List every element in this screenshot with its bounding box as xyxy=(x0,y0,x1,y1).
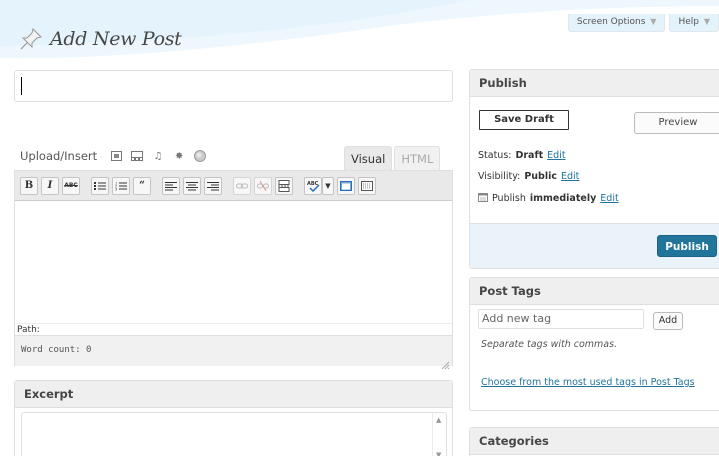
fullscreen-icon xyxy=(340,180,352,191)
word-count: Word count: 0 xyxy=(21,345,92,355)
bullet-list-icon xyxy=(94,181,106,190)
editor-toolbar: B I ABC 123 “ ABC ▼ xyxy=(15,171,452,201)
bold-button[interactable]: B xyxy=(20,176,38,195)
tag-hint: Separate tags with commas. xyxy=(481,339,618,350)
align-left-icon xyxy=(165,181,177,190)
visibility-row: Visibility: Public Edit xyxy=(478,171,579,182)
text-cursor xyxy=(21,77,22,95)
screen-options-button[interactable]: Screen Options ▼ xyxy=(567,14,666,32)
align-center-icon xyxy=(186,181,198,190)
align-right-icon xyxy=(207,181,219,190)
publish-button[interactable]: Publish xyxy=(657,235,717,257)
publish-box: Publish Save Draft Preview Status: Draft… xyxy=(469,69,719,269)
post-status-row: Status: Draft Edit xyxy=(478,150,566,161)
editor-content-area[interactable] xyxy=(15,201,452,323)
excerpt-title[interactable]: Excerpt xyxy=(15,381,452,408)
excerpt-box: Excerpt ▲ ▼ xyxy=(14,380,453,456)
excerpt-textarea[interactable]: ▲ ▼ xyxy=(21,412,447,456)
add-media-icon[interactable]: ✸ xyxy=(173,150,185,162)
numbered-list-button[interactable]: 123 xyxy=(112,176,130,195)
visibility-value: Public xyxy=(524,171,557,182)
visibility-label: Visibility: xyxy=(478,171,521,182)
excerpt-scrollbar[interactable]: ▲ ▼ xyxy=(432,413,446,456)
most-used-tags-link[interactable]: Choose from the most used tags in Post T… xyxy=(481,376,706,389)
remove-link-button[interactable] xyxy=(254,176,272,195)
new-tag-input[interactable]: Add new tag xyxy=(478,309,644,329)
add-video-icon[interactable] xyxy=(131,150,144,162)
unlink-icon xyxy=(257,180,269,191)
chevron-down-icon: ▼ xyxy=(650,17,657,26)
preview-button[interactable]: Preview xyxy=(634,112,719,134)
edit-status-link[interactable]: Edit xyxy=(547,150,565,161)
kitchen-sink-icon xyxy=(361,180,373,191)
spellcheck-button[interactable]: ABC xyxy=(304,176,322,195)
status-value: Draft xyxy=(515,150,544,161)
page-title: Add New Post xyxy=(50,28,182,50)
editor-tabs: Visual HTML xyxy=(344,146,441,170)
status-label: Status: xyxy=(478,150,512,161)
publish-box-title[interactable]: Publish xyxy=(470,70,719,97)
post-editor: B I ABC 123 “ ABC ▼ Path: Word count: 0 xyxy=(14,170,453,370)
edit-visibility-link[interactable]: Edit xyxy=(561,171,579,182)
insert-more-button[interactable] xyxy=(275,176,293,195)
categories-box: Categories xyxy=(469,427,719,456)
pushpin-icon xyxy=(18,26,44,52)
scroll-down-icon[interactable]: ▼ xyxy=(436,451,441,456)
align-center-button[interactable] xyxy=(183,176,201,195)
help-label: Help xyxy=(678,17,699,27)
page-header: Add New Post xyxy=(18,26,182,52)
fullscreen-button[interactable] xyxy=(337,176,355,195)
kitchen-sink-button[interactable] xyxy=(358,176,376,195)
screen-meta-links: Screen Options ▼ Help ▼ xyxy=(567,14,719,32)
scroll-up-icon[interactable]: ▲ xyxy=(436,416,441,424)
calendar-icon xyxy=(478,192,488,205)
post-tags-box: Post Tags Add new tag Add Separate tags … xyxy=(469,277,719,411)
word-count-bar: Word count: 0 xyxy=(15,335,452,370)
strikethrough-button[interactable]: ABC xyxy=(62,176,80,195)
spellcheck-icon: ABC xyxy=(307,181,320,192)
spellcheck-language-dropdown[interactable]: ▼ xyxy=(322,176,334,195)
editor-path: Path: xyxy=(15,323,452,335)
media-buttons: Upload/Insert ♫ ✸ xyxy=(20,149,207,163)
add-audio-icon[interactable]: ♫ xyxy=(152,150,164,162)
align-right-button[interactable] xyxy=(204,176,222,195)
post-tags-title[interactable]: Post Tags xyxy=(470,278,719,305)
save-draft-button[interactable]: Save Draft xyxy=(479,110,569,130)
blockquote-button[interactable]: “ xyxy=(133,176,151,195)
resize-handle-icon[interactable] xyxy=(440,354,450,370)
add-image-icon[interactable] xyxy=(110,150,122,162)
add-tag-button[interactable]: Add xyxy=(653,312,683,330)
insert-link-button[interactable] xyxy=(233,176,251,195)
publish-time-value: immediately xyxy=(529,193,597,204)
link-icon xyxy=(236,183,248,188)
publish-time-row: Publish immediately Edit xyxy=(478,192,619,205)
edit-timestamp-link[interactable]: Edit xyxy=(600,193,618,204)
numbered-list-icon: 123 xyxy=(115,181,127,191)
italic-button[interactable]: I xyxy=(41,176,59,195)
tab-visual[interactable]: Visual xyxy=(344,146,393,170)
screen-options-label: Screen Options xyxy=(576,17,646,27)
post-title-input[interactable] xyxy=(14,70,453,102)
categories-title[interactable]: Categories xyxy=(470,428,719,455)
tab-html[interactable]: HTML xyxy=(394,146,441,170)
publish-actions: Publish xyxy=(470,223,719,268)
bullet-list-button[interactable] xyxy=(91,176,109,195)
align-left-button[interactable] xyxy=(162,176,180,195)
help-button[interactable]: Help ▼ xyxy=(669,14,719,32)
svg-text:3: 3 xyxy=(115,187,117,191)
add-gallery-icon[interactable] xyxy=(194,150,207,162)
more-tag-icon xyxy=(278,179,290,192)
upload-insert-label: Upload/Insert xyxy=(20,149,98,163)
publish-time-label: Publish xyxy=(492,193,526,204)
chevron-down-icon: ▼ xyxy=(703,17,710,26)
